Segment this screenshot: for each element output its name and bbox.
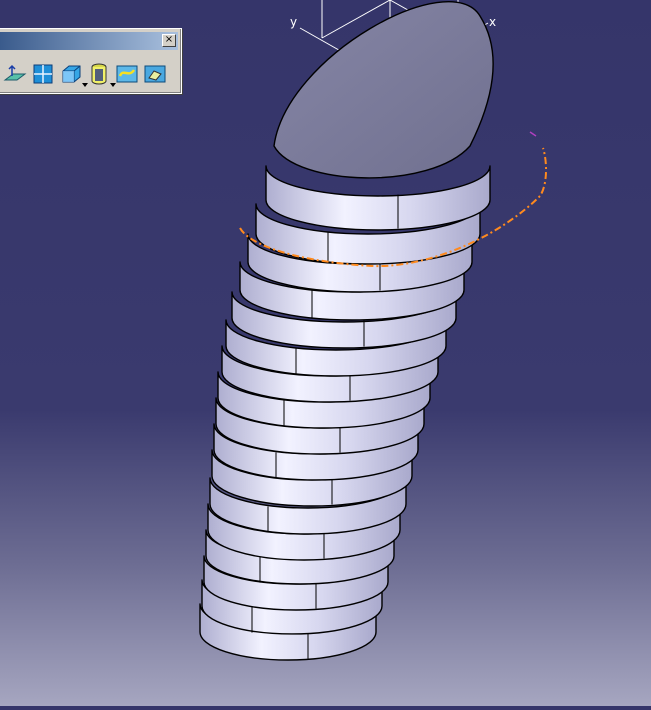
toolbar-titlebar[interactable]: × [0, 32, 178, 50]
selection-marker [529, 131, 537, 137]
loft-feature-icon[interactable] [115, 62, 139, 86]
close-button[interactable]: × [162, 34, 176, 47]
part-top-face[interactable] [273, 1, 494, 179]
axis-y-label: y [290, 15, 297, 29]
pad-solid-icon[interactable] [59, 62, 88, 87]
grid-plane-icon[interactable] [31, 62, 55, 86]
model-canvas[interactable]: y x [0, 0, 651, 706]
sketch-plane-icon[interactable] [3, 62, 27, 86]
cylinder-pocket-icon[interactable] [87, 62, 116, 87]
stacked-slab-part[interactable] [199, 1, 494, 661]
surface-feature-icon[interactable] [143, 62, 167, 86]
3d-viewport[interactable]: y x [0, 0, 651, 706]
axis-x-label: x [489, 15, 496, 29]
toolbar-panel[interactable]: × [0, 28, 182, 94]
